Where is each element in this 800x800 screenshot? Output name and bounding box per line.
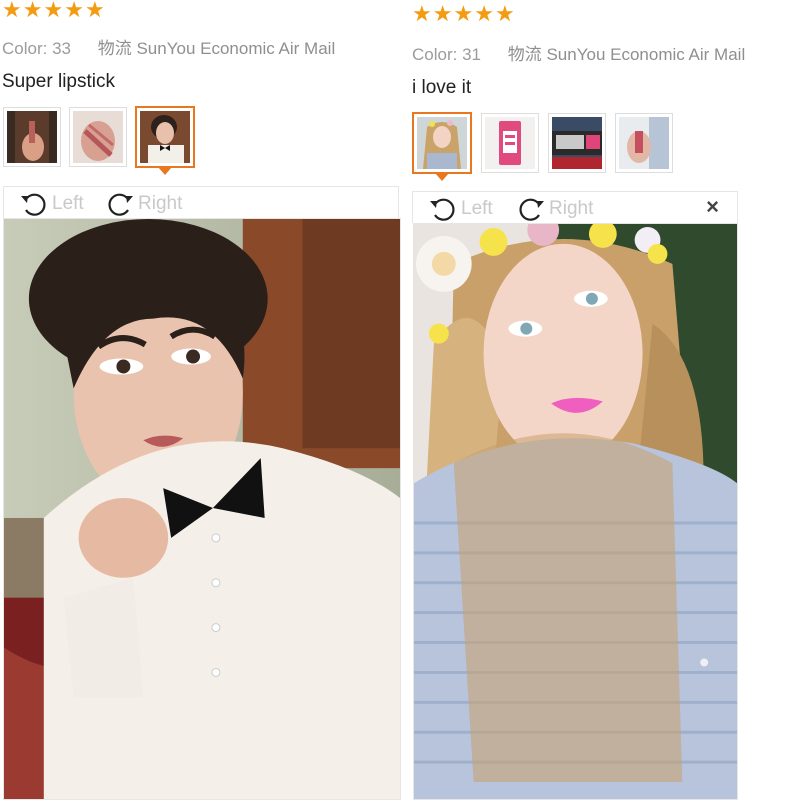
close-icon[interactable]: × <box>706 196 719 218</box>
rotate-left-icon <box>430 198 455 221</box>
rotate-left-label: Left <box>52 193 84 214</box>
color-label: Color: <box>2 39 48 58</box>
photo-matte-lipstick-tube <box>552 117 602 169</box>
rotate-left-button[interactable]: Left <box>18 190 84 218</box>
thumbnail[interactable] <box>548 113 606 173</box>
rating-stars: ★ ★ ★ ★ ★ <box>412 4 515 26</box>
thumbnail-active[interactable] <box>135 106 195 175</box>
rotate-right-icon <box>108 193 133 216</box>
rotate-right-button[interactable]: Right <box>515 195 593 223</box>
rating-stars: ★ ★ ★ ★ ★ <box>2 0 105 22</box>
rotate-right-icon <box>519 198 544 221</box>
star-icon: ★ <box>2 0 22 23</box>
photo-woman-bowtie-large <box>4 219 400 799</box>
photo-matte-lipstick-box <box>485 117 535 169</box>
star-icon: ★ <box>84 0 105 23</box>
color-label: Color: <box>412 45 458 64</box>
image-toolbar: Left Right × <box>412 191 738 223</box>
shipping-method: 物流 SunYou Economic Air Mail <box>97 39 336 58</box>
review-comment: Super lipstick <box>2 71 115 92</box>
photo-woman-bowtie <box>140 111 190 163</box>
thumbnail[interactable] <box>481 113 539 173</box>
star-icon: ★ <box>412 2 432 27</box>
thumbnail-active[interactable] <box>412 112 472 181</box>
star-icon: ★ <box>494 2 515 27</box>
rotate-left-icon <box>21 193 46 216</box>
rotate-left-button[interactable]: Left <box>427 195 493 223</box>
thumbnail[interactable] <box>69 107 127 167</box>
active-indicator-icon <box>435 173 449 181</box>
photo-woman-flower-crown <box>417 117 467 169</box>
photo-lipstick-swatch <box>73 111 123 163</box>
active-indicator-icon <box>158 167 172 175</box>
star-icon: ★ <box>22 0 43 23</box>
rotate-left-label: Left <box>461 198 493 219</box>
review-photo-large <box>3 218 401 800</box>
star-icon: ★ <box>43 0 64 23</box>
shipping-method: 物流 SunYou Economic Air Mail <box>507 45 746 64</box>
thumbnail-strip <box>3 106 195 175</box>
photo-lipstick-window <box>619 117 669 169</box>
review-meta: Color: 31 物流 SunYou Economic Air Mail <box>412 40 745 65</box>
star-icon: ★ <box>453 2 474 27</box>
color-value: 31 <box>462 45 482 64</box>
photo-lipstick-hand <box>7 111 57 163</box>
rotate-right-button[interactable]: Right <box>104 190 182 218</box>
review-comment: i love it <box>412 77 472 98</box>
color-value: 33 <box>52 39 72 58</box>
thumbnail[interactable] <box>3 107 61 167</box>
rotate-right-label: Right <box>549 198 594 219</box>
image-toolbar: Left Right <box>3 186 399 218</box>
rotate-right-label: Right <box>138 193 183 214</box>
photo-woman-flower-crown-large <box>414 224 737 799</box>
review-photo-large <box>413 223 738 800</box>
review-meta: Color: 33 物流 SunYou Economic Air Mail <box>2 34 335 59</box>
thumbnail[interactable] <box>615 113 673 173</box>
star-icon: ★ <box>432 2 453 27</box>
star-icon: ★ <box>64 0 84 23</box>
star-icon: ★ <box>474 2 494 27</box>
thumbnail-strip <box>412 112 673 181</box>
